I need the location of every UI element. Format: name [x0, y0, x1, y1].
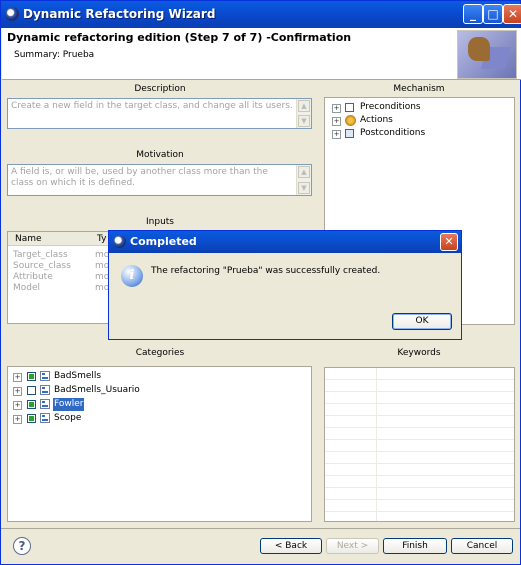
minimize-button[interactable]: _: [463, 4, 483, 24]
inputs-label: Inputs: [146, 217, 174, 227]
cell-name: Source_class: [13, 261, 71, 271]
next-button[interactable]: Next >: [326, 538, 379, 554]
preconditions-icon: [345, 103, 354, 112]
gears-icon: [345, 115, 356, 126]
back-button[interactable]: < Back: [260, 538, 322, 554]
tree-item-label: BadSmells: [54, 371, 102, 381]
expand-icon[interactable]: +: [13, 373, 22, 382]
keyword-row-divider: [325, 379, 514, 380]
page-title: Dynamic refactoring edition (Step 7 of 7…: [7, 31, 352, 44]
wizard-window: Dynamic Refactoring Wizard _ □ ✕ Dynamic…: [0, 0, 521, 565]
dialog-message: The refactoring "Prueba" was successfull…: [151, 266, 381, 276]
tree-item-label: Postconditions: [360, 128, 426, 138]
column-name[interactable]: Name: [15, 234, 42, 244]
finish-button[interactable]: Finish: [383, 538, 447, 554]
maximize-button[interactable]: □: [483, 4, 503, 24]
category-icon: [40, 385, 50, 395]
motivation-scrollbar[interactable]: ▲ ▼: [296, 165, 311, 195]
keyword-row-divider: [325, 475, 514, 476]
ok-button[interactable]: OK: [392, 313, 452, 330]
eclipse-icon: [5, 7, 19, 21]
dialog-title-bar: Completed ✕: [109, 231, 461, 253]
cell-name: Model: [13, 283, 41, 293]
keyword-row-divider: [325, 403, 514, 404]
description-text: Create a new field in the target class, …: [11, 101, 293, 111]
categories-tree[interactable]: + BadSmells + BadSmells_Usuario + Fowler…: [7, 366, 312, 522]
keywords-list[interactable]: [324, 367, 515, 522]
cancel-button[interactable]: Cancel: [451, 538, 513, 554]
dialog-title: Completed: [130, 235, 197, 248]
expand-icon[interactable]: +: [13, 387, 22, 396]
motivation-field[interactable]: A field is, or will be, used by another …: [7, 164, 312, 196]
info-icon: i: [121, 265, 143, 287]
wizard-logo-icon: [457, 30, 517, 79]
keyword-row-divider: [325, 427, 514, 428]
motivation-text: A field is, or will be, used by another …: [11, 167, 268, 188]
description-field[interactable]: Create a new field in the target class, …: [7, 98, 312, 129]
tree-item-label-selected: Fowler: [53, 398, 85, 411]
dialog-close-button[interactable]: ✕: [440, 233, 458, 251]
cell-name: Target_class: [13, 250, 68, 260]
keyword-row-divider: [325, 439, 514, 440]
tree-item-label: BadSmells_Usuario: [54, 385, 140, 395]
cell-name: Attribute: [13, 272, 53, 282]
keyword-row-divider: [325, 451, 514, 452]
keyword-row-divider: [325, 511, 514, 512]
completed-dialog: Completed ✕ i The refactoring "Prueba" w…: [108, 230, 462, 340]
motivation-label: Motivation: [136, 150, 184, 160]
expand-icon[interactable]: +: [332, 130, 341, 139]
postconditions-icon: [345, 129, 354, 138]
keywords-label: Keywords: [397, 348, 441, 358]
keyword-row-divider: [325, 487, 514, 488]
category-icon: [40, 399, 50, 409]
eclipse-icon: [113, 235, 126, 248]
description-label: Description: [134, 84, 186, 94]
category-checkbox[interactable]: [27, 372, 36, 381]
title-bar: Dynamic Refactoring Wizard _ □ ✕: [1, 1, 521, 28]
column-type[interactable]: Ty: [97, 234, 106, 244]
page-summary: Summary: Prueba: [14, 50, 95, 60]
tree-item-label: Actions: [360, 115, 393, 125]
category-icon: [40, 371, 50, 381]
category-icon: [40, 413, 50, 423]
keyword-row-divider: [325, 391, 514, 392]
keyword-row-divider: [325, 499, 514, 500]
footer-separator: [1, 528, 520, 529]
tree-item-label: Preconditions: [360, 102, 421, 112]
keyword-row-divider: [325, 463, 514, 464]
category-checkbox[interactable]: [27, 400, 36, 409]
expand-icon[interactable]: +: [332, 104, 341, 113]
mechanism-label: Mechanism: [393, 84, 445, 94]
category-checkbox[interactable]: [27, 386, 36, 395]
description-scrollbar[interactable]: ▲ ▼: [296, 99, 311, 128]
expand-icon[interactable]: +: [13, 401, 22, 410]
expand-icon[interactable]: +: [13, 415, 22, 424]
help-icon[interactable]: ?: [13, 537, 31, 555]
keyword-row-divider: [325, 415, 514, 416]
close-button[interactable]: ✕: [503, 4, 521, 24]
category-checkbox[interactable]: [27, 414, 36, 423]
tree-item-label: Scope: [54, 413, 82, 423]
window-title: Dynamic Refactoring Wizard: [23, 7, 216, 21]
categories-label: Categories: [135, 348, 185, 358]
expand-icon[interactable]: +: [332, 117, 341, 126]
wizard-header: Dynamic refactoring edition (Step 7 of 7…: [2, 28, 521, 80]
